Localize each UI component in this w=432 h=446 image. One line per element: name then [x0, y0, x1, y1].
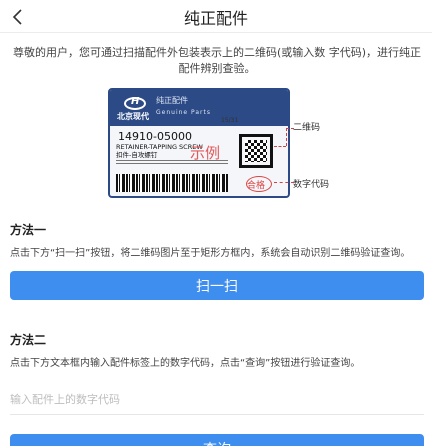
- sample-label-card: 北京现代 纯正配件 Genuine Parts 15/31 14910-0500…: [108, 88, 290, 198]
- label-part-number: 14910-05000: [118, 130, 192, 143]
- sample-label-illustration: 北京现代 纯正配件 Genuine Parts 15/31 14910-0500…: [108, 88, 358, 200]
- qr-callout-label: 二维码: [293, 123, 321, 133]
- method1-title: 方法一: [10, 223, 47, 237]
- barcode-icon: [116, 174, 228, 192]
- sample-watermark: 示例: [190, 144, 221, 162]
- query-button[interactable]: 查询: [10, 434, 424, 446]
- method2-title: 方法二: [10, 333, 47, 347]
- method1-description: 点击下方“扫一扫”按钮，将二维码图片至于矩形方框内，系统会自动识别二维码验证查询…: [10, 248, 411, 259]
- label-brand: 北京现代: [117, 112, 149, 121]
- label-id-code: 15/31: [221, 117, 239, 124]
- intro-text: 尊敬的用户，您可通过扫描配件外包装表示上的二维码(或输入数 字代码)，进行纯正配…: [12, 46, 422, 75]
- digit-callout-label: 数字代码: [293, 180, 330, 190]
- digit-callout-line: [274, 182, 294, 183]
- label-genuine-cn: 纯正配件: [156, 96, 188, 105]
- qr-code-icon: [239, 134, 273, 168]
- stamp-text: 合格: [247, 181, 266, 191]
- qr-callout-line: [274, 146, 286, 147]
- nav-bar: 纯正配件: [0, 0, 432, 33]
- page-title: 纯正配件: [183, 9, 248, 28]
- qr-callout-vline: [286, 128, 287, 146]
- hyundai-logo-icon: [124, 96, 146, 110]
- scan-button[interactable]: 扫一扫: [10, 271, 424, 300]
- label-header: 北京现代 纯正配件 Genuine Parts: [110, 90, 288, 126]
- digit-code-input[interactable]: [10, 385, 424, 415]
- label-genuine-en: Genuine Parts: [156, 109, 211, 116]
- method2-description: 点击下方文本框内输入配件标签上的数字代码，点击“查询”按钮进行验证查询。: [10, 358, 361, 369]
